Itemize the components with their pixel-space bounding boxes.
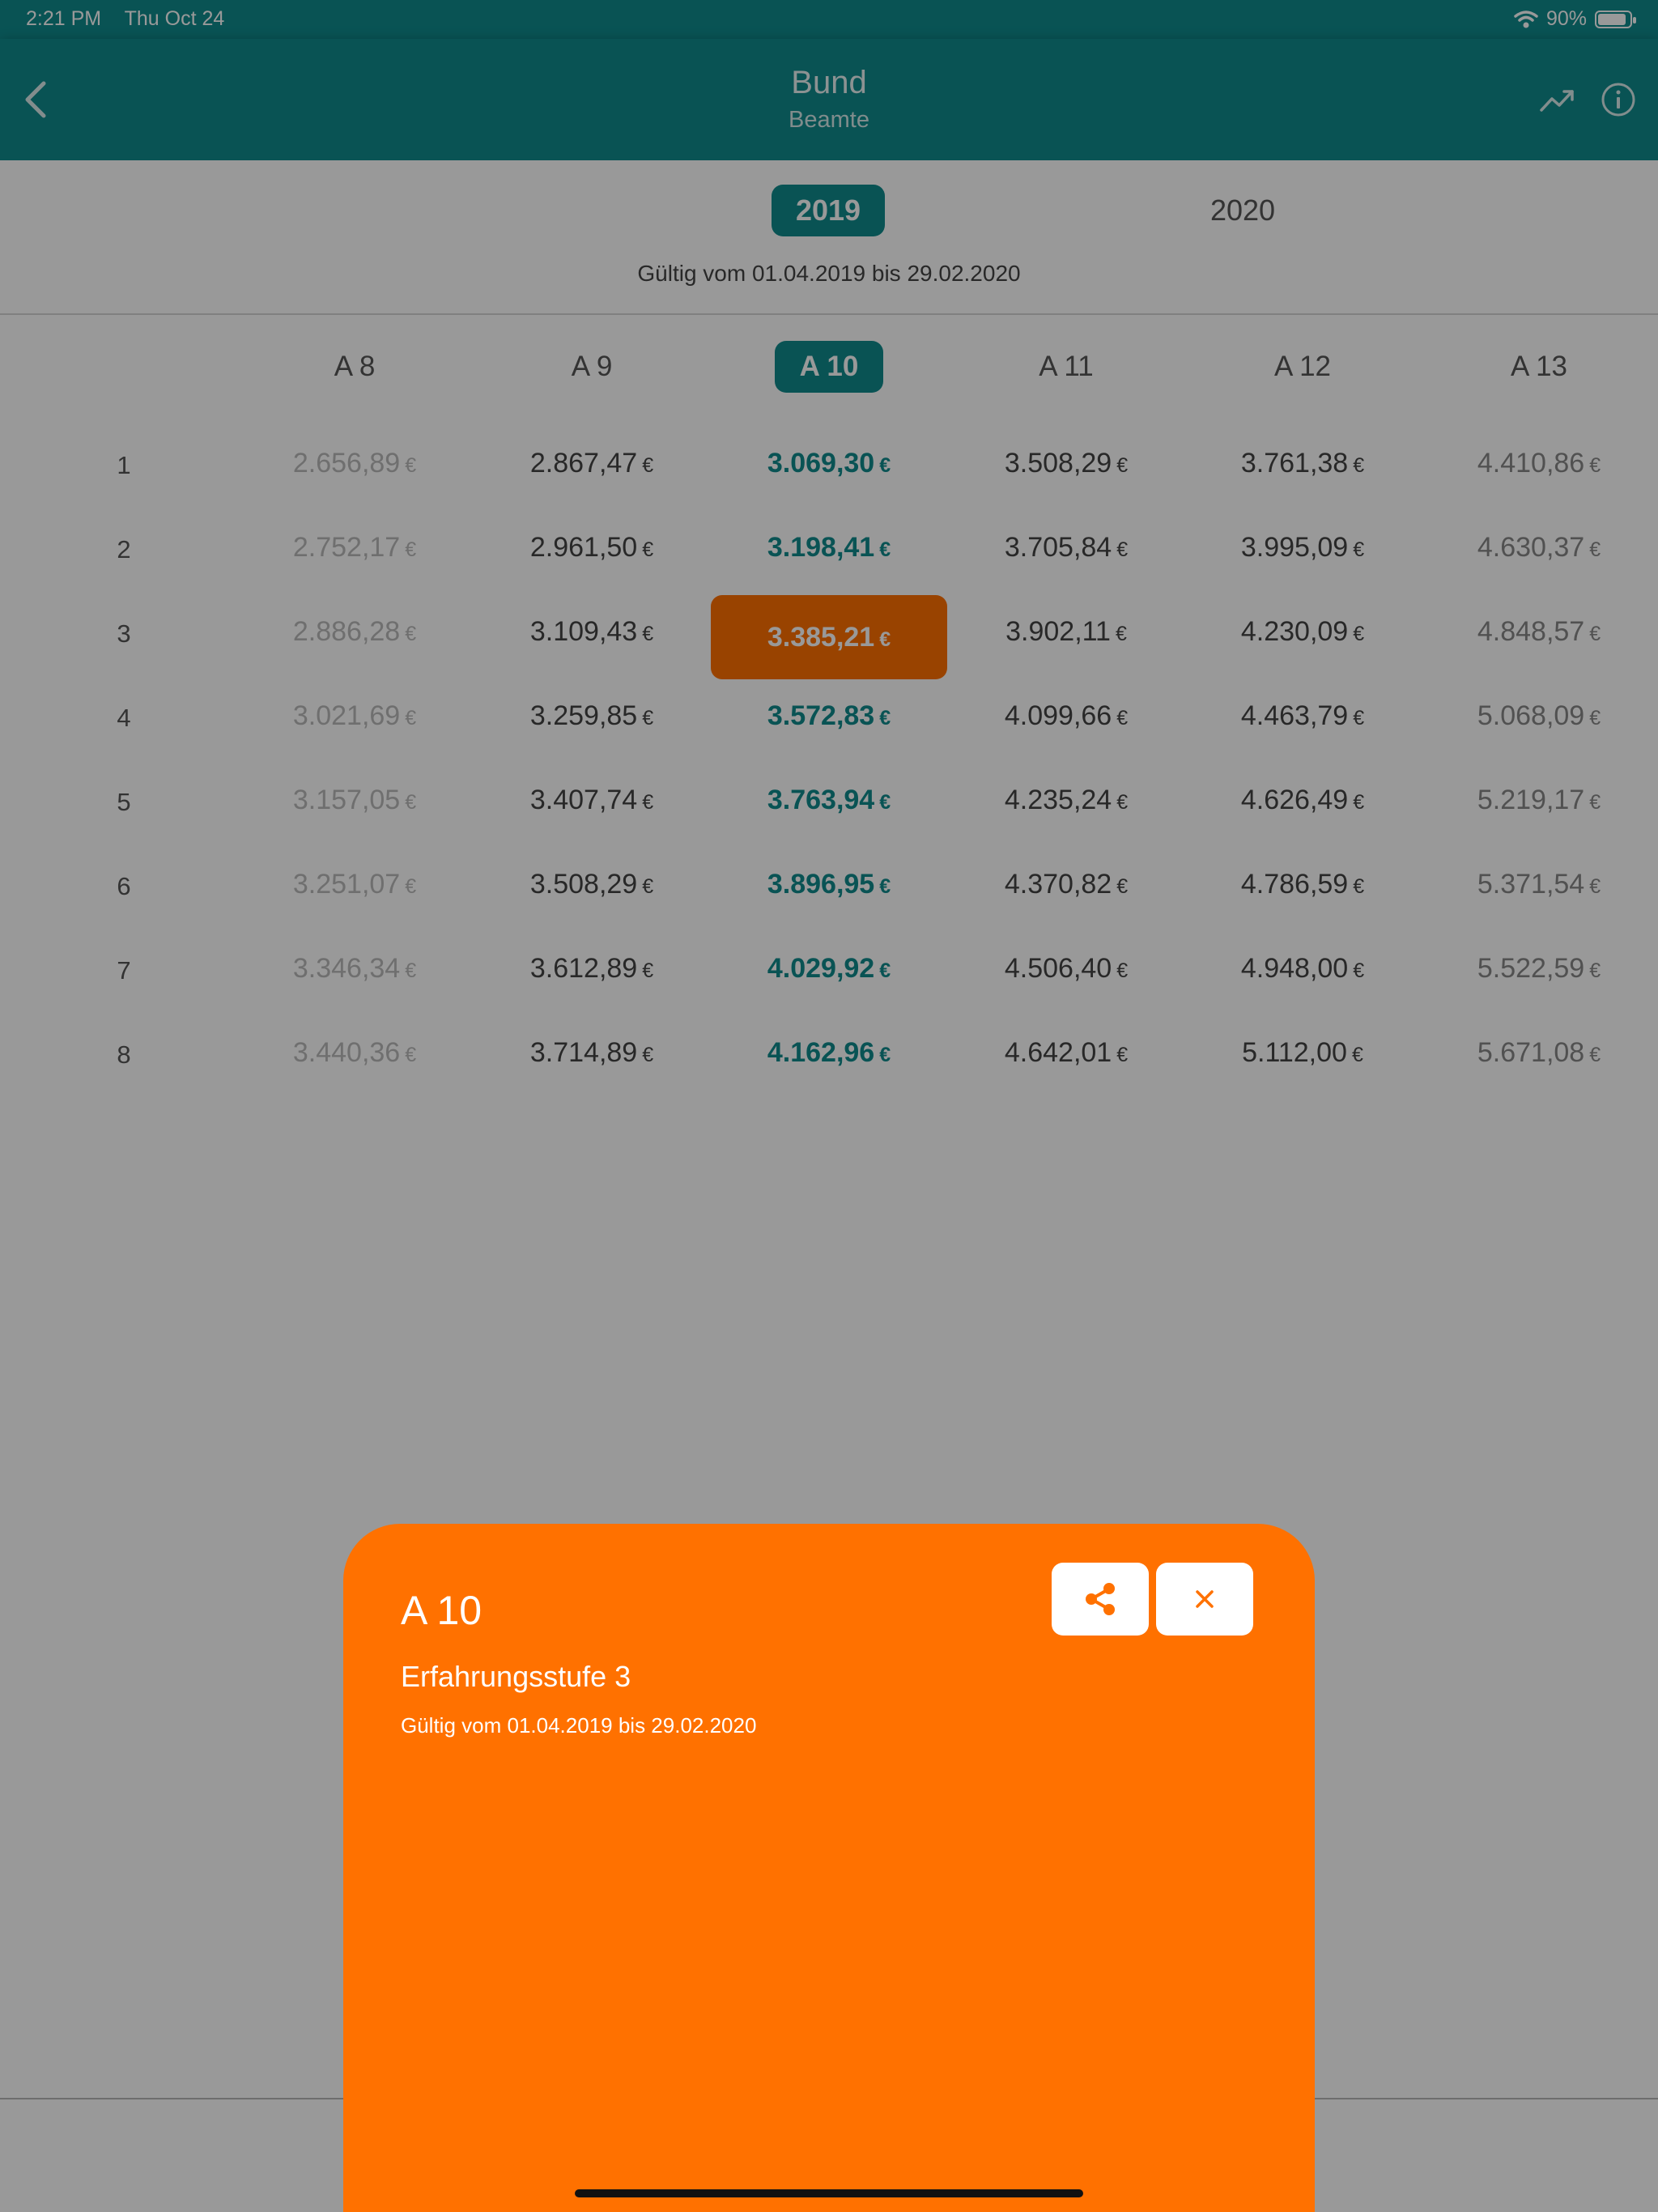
sheet-title: A 10 — [401, 1588, 483, 1633]
close-icon — [1196, 1590, 1214, 1608]
home-indicator[interactable] — [575, 2189, 1083, 2197]
detail-sheet: A 10 Erfahrungsstufe 3 Gültig vom 01.04.… — [343, 1524, 1315, 2212]
sheet-validity: Gültig vom 01.04.2019 bis 29.02.2020 — [401, 1713, 757, 1738]
sheet-subtitle: Erfahrungsstufe 3 — [401, 1660, 631, 1693]
share-button[interactable] — [1052, 1563, 1149, 1636]
share-icon — [1086, 1583, 1115, 1615]
close-button[interactable] — [1156, 1563, 1253, 1636]
